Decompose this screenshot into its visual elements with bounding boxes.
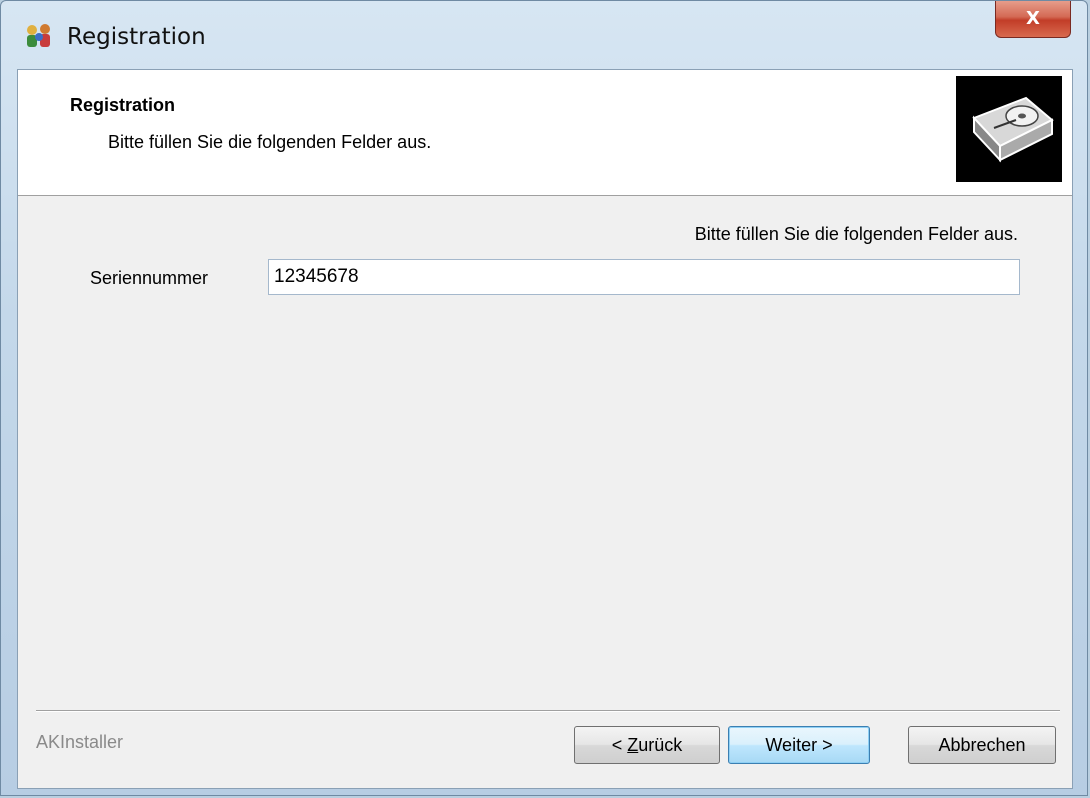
instruction-text: Bitte füllen Sie die folgenden Felder au… (694, 224, 1018, 244)
back-button-prefix: < (611, 734, 628, 755)
installer-brand: AKInstaller (36, 732, 124, 752)
hard-drive-icon (956, 76, 1062, 182)
serial-number-input[interactable] (268, 259, 1020, 295)
back-button[interactable]: < Zurück (574, 726, 720, 764)
close-icon: X (1026, 8, 1040, 29)
cancel-button-label: Abbrechen (938, 734, 1026, 755)
back-button-label: urück (638, 734, 683, 755)
next-button[interactable]: Weiter > (728, 726, 870, 764)
installer-people-icon (23, 23, 55, 51)
close-button[interactable]: X (995, 1, 1071, 38)
back-button-mnemonic: Z (627, 734, 639, 755)
footer-divider (36, 710, 1060, 712)
page-title: Registration (70, 95, 176, 115)
dialog-client-area: Registration Bitte füllen Sie die folgen… (17, 69, 1073, 789)
window-title: Registration (67, 24, 206, 50)
cancel-button[interactable]: Abbrechen (908, 726, 1056, 764)
installer-window: Registration X Registration Bitte füllen… (0, 0, 1088, 796)
page-subtitle: Bitte füllen Sie die folgenden Felder au… (108, 132, 432, 152)
wizard-header: Registration Bitte füllen Sie die folgen… (18, 70, 1072, 196)
title-bar[interactable]: Registration X (1, 1, 1087, 69)
serial-number-label: Seriennummer (90, 268, 209, 288)
next-button-label: Weiter > (765, 734, 833, 755)
